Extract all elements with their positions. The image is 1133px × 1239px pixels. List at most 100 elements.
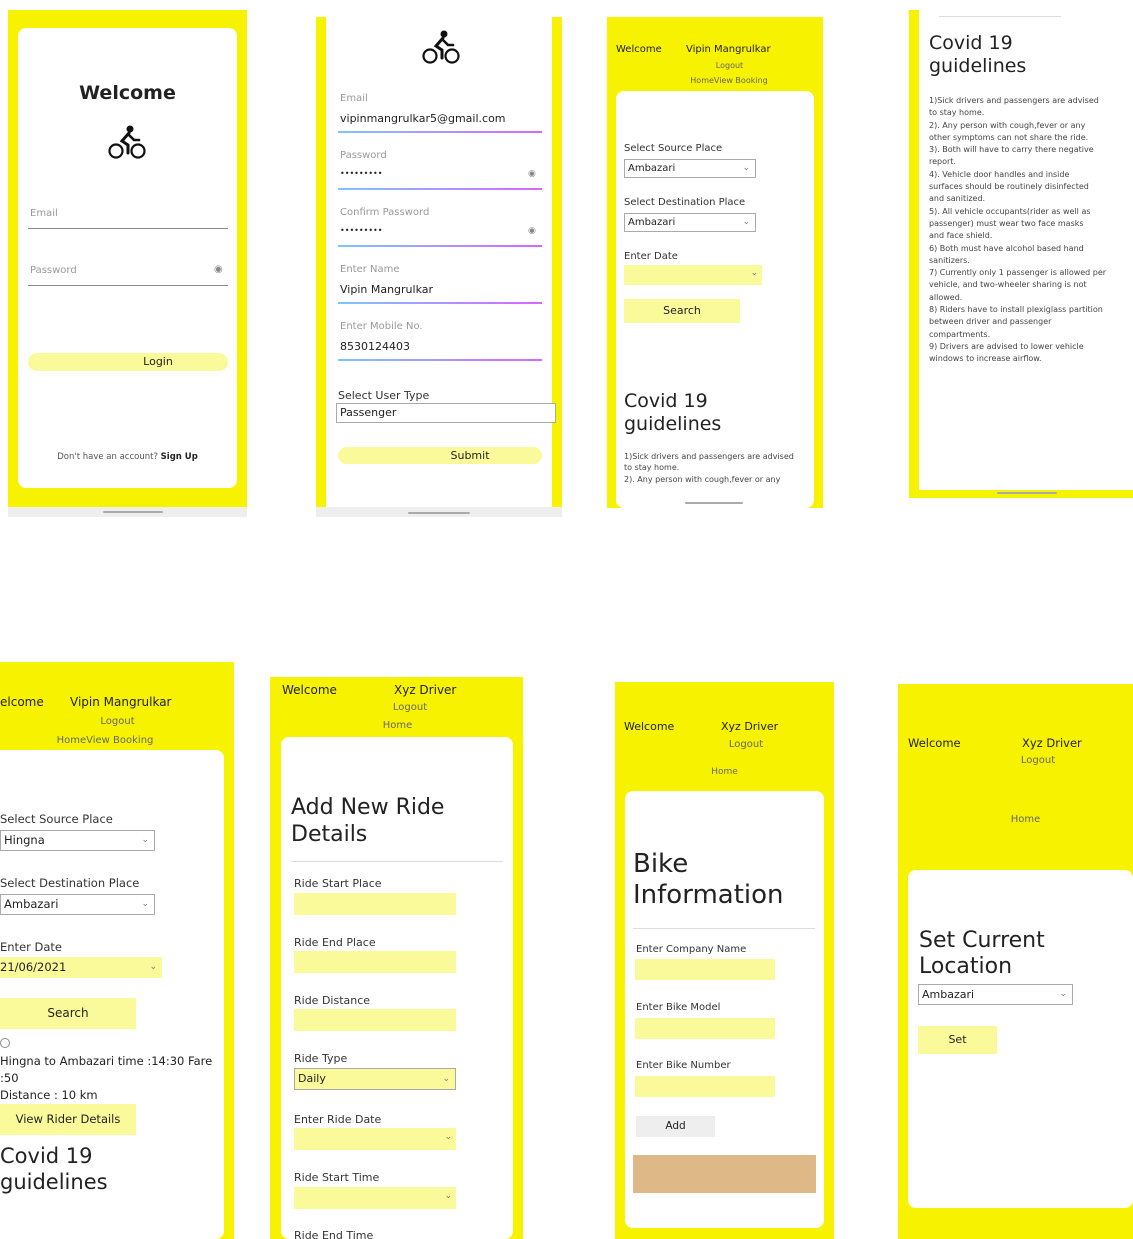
eye-icon[interactable]: ◉ — [528, 226, 536, 236]
covid-title: Covid 19 guidelines — [624, 390, 721, 436]
header-welcome: Welcome — [624, 720, 675, 733]
email-field[interactable]: Email — [30, 208, 58, 219]
date-input[interactable]: ⌄ — [624, 265, 762, 285]
end-place-label: Ride End Place — [294, 936, 376, 949]
top-divider — [939, 16, 1061, 17]
guideline-line: to stay home. — [624, 463, 680, 473]
covid-title: Covid 19 guidelines — [0, 1144, 108, 1195]
header-user: Vipin Mangrulkar — [70, 695, 172, 709]
end-place-input[interactable] — [294, 951, 456, 973]
ride-type-label: Ride Type — [294, 1052, 348, 1065]
user-type-value: Passenger — [340, 406, 397, 419]
source-select[interactable]: Hingna ⌄ — [0, 830, 155, 851]
home-indicator[interactable] — [408, 512, 470, 514]
destination-select[interactable]: Ambazari ⌄ — [0, 894, 155, 915]
search-button[interactable]: Search — [0, 998, 136, 1029]
login-card: Welcome Email Password ◉ Login Don't hav… — [18, 28, 237, 488]
guideline-line: compartments. — [929, 329, 991, 339]
eye-icon[interactable]: ◉ — [528, 169, 536, 179]
set-button[interactable]: Set — [918, 1026, 997, 1054]
chevron-down-icon: ⌄ — [1059, 989, 1067, 999]
eye-icon[interactable]: ◉ — [214, 264, 223, 275]
covid-title-line1: Covid 19 — [624, 390, 708, 412]
search-label: Search — [47, 1006, 89, 1020]
date-label: Enter Date — [0, 940, 63, 954]
submit-label: Submit — [450, 449, 490, 462]
guideline-line: 1)Sick drivers and passengers are advise… — [929, 96, 1099, 105]
destination-label: Select Destination Place — [0, 876, 140, 890]
date-value: 21/06/2021 — [0, 960, 67, 974]
bike-info-card: Bike Information Enter Company Name Ente… — [625, 791, 824, 1228]
signup-prompt: Don't have an account? Sign Up — [18, 452, 237, 462]
home-link[interactable]: Home — [697, 767, 752, 777]
covid-title-line1: Covid 19 — [929, 32, 1013, 54]
email-field[interactable]: vipinmangrulkar5@gmail.com — [340, 112, 506, 125]
ride-radio[interactable] — [0, 1038, 10, 1048]
set-location-screen: Welcome Xyz Driver Logout Home Set Curre… — [898, 684, 1133, 1239]
location-select[interactable]: Ambazari ⌄ — [918, 984, 1073, 1005]
ride-type-select[interactable]: Daily ⌄ — [294, 1068, 456, 1090]
confirm-password-label: Confirm Password — [340, 207, 430, 218]
user-type-select[interactable]: Passenger — [336, 403, 556, 423]
guideline-line: to stay home. — [929, 108, 985, 118]
ride-date-input[interactable]: ⌄ — [294, 1128, 456, 1150]
model-input[interactable] — [635, 1018, 775, 1039]
logout-link[interactable]: Logout — [60, 716, 175, 727]
add-button[interactable]: Add — [636, 1116, 715, 1137]
home-link[interactable]: Home — [998, 814, 1053, 825]
password-label: Password — [340, 150, 387, 161]
password-field[interactable]: Password — [30, 265, 77, 276]
title-line2: Information — [633, 880, 784, 911]
guideline-line: 8) Riders have to install plexiglass par… — [929, 305, 1103, 315]
header-user: Xyz Driver — [721, 720, 779, 733]
company-input[interactable] — [635, 959, 775, 980]
results-card: Select Source Place Hingna ⌄ Select Desti… — [0, 750, 224, 1239]
guideline-line: 7) Currently only 1 passenger is allowed… — [929, 268, 1107, 278]
number-input[interactable] — [635, 1076, 775, 1097]
nav-links[interactable]: HomeView Booking — [671, 76, 787, 85]
covid-title-line1: Covid 19 — [0, 1144, 93, 1168]
search-card: Select Source Place Ambazari ⌄ Select Des… — [616, 91, 814, 508]
logout-link[interactable]: Logout — [686, 61, 773, 70]
covid-title-line2: guidelines — [0, 1169, 108, 1194]
distance-input[interactable] — [294, 1009, 456, 1031]
nav-links[interactable]: HomeView Booking — [45, 735, 165, 746]
signup-link[interactable]: Sign Up — [161, 452, 198, 462]
title-line2: Details — [291, 821, 368, 847]
covid-title: Covid 19 guidelines — [929, 32, 1026, 78]
search-button[interactable]: Search — [624, 299, 740, 323]
cyclist-icon — [108, 124, 146, 164]
email-underline — [28, 228, 228, 229]
start-time-label: Ride Start Time — [294, 1171, 380, 1184]
header-user: Vipin Mangrulkar — [686, 44, 771, 55]
cyclist-icon — [422, 29, 460, 69]
login-button[interactable]: Login — [28, 353, 228, 371]
mobile-field[interactable]: 8530124403 — [340, 340, 410, 353]
destination-select[interactable]: Ambazari ⌄ — [624, 213, 756, 232]
logout-link[interactable]: Logout — [370, 702, 450, 713]
name-field[interactable]: Vipin Mangrulkar — [340, 283, 433, 296]
password-field[interactable]: ••••••••• — [340, 169, 382, 178]
location-value: Ambazari — [922, 988, 975, 1001]
source-label: Select Source Place — [0, 812, 113, 826]
home-indicator[interactable] — [685, 502, 743, 504]
covid-guidelines-screen: Covid 19 guidelines 1)Sick drivers and p… — [909, 10, 1133, 498]
page-title: Welcome — [79, 82, 176, 104]
passenger-search-screen: Welcome Vipin Mangrulkar Logout HomeView… — [607, 17, 823, 508]
start-time-input[interactable]: ⌄ — [294, 1187, 456, 1209]
guideline-line: 3). Both will have to carry there negati… — [929, 145, 1094, 155]
guideline-line: 6) Both must have alcohol based hand — [929, 243, 1084, 253]
date-input[interactable]: 21/06/2021 ⌄ — [0, 957, 162, 978]
view-rider-details-button[interactable]: View Rider Details — [0, 1104, 136, 1135]
home-indicator[interactable] — [103, 511, 163, 513]
chevron-down-icon: ⌄ — [141, 899, 149, 909]
submit-button[interactable]: Submit — [338, 447, 542, 464]
logout-link[interactable]: Logout — [711, 739, 781, 750]
confirm-password-field[interactable]: ••••••••• — [340, 226, 382, 235]
guideline-line: sanitizers. — [929, 255, 970, 265]
logout-link[interactable]: Logout — [1008, 755, 1068, 766]
home-indicator[interactable] — [997, 492, 1057, 494]
start-place-input[interactable] — [294, 893, 456, 915]
source-select[interactable]: Ambazari ⌄ — [624, 159, 756, 178]
home-link[interactable]: Home — [370, 720, 425, 731]
